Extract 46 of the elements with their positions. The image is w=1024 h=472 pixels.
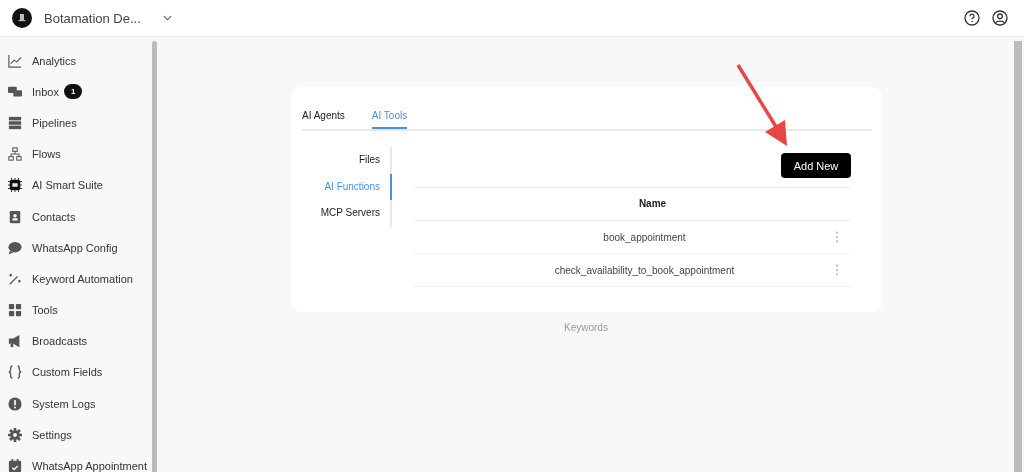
braces-icon: [8, 365, 22, 380]
workspace-name[interactable]: Botamation De...: [44, 10, 141, 26]
sidebar-item[interactable]: Contacts: [0, 200, 152, 233]
sidebar-item[interactable]: Inbox 1: [0, 76, 152, 108]
side-tab[interactable]: AI Functions: [302, 173, 392, 200]
add-new-button[interactable]: Add New: [781, 153, 851, 178]
sitemap-icon: [8, 147, 22, 162]
sidebar-item[interactable]: Analytics: [0, 45, 152, 77]
gear-icon: [8, 427, 22, 442]
unread-count: 1: [63, 84, 83, 100]
scrollbar-thumb[interactable]: [152, 41, 157, 472]
server-icon: [8, 115, 22, 130]
sidebar-item[interactable]: WhatsApp Appointment: [0, 450, 152, 472]
sidebar-item[interactable]: WhatsApp Config: [0, 232, 152, 264]
contact-card-icon: [8, 209, 22, 224]
help-icon[interactable]: [964, 10, 980, 26]
side-tab[interactable]: Files: [302, 147, 392, 174]
sidebar-item[interactable]: Tools: [0, 294, 152, 326]
tab[interactable]: AI Tools: [371, 107, 408, 129]
side-tab[interactable]: MCP Servers: [302, 200, 392, 227]
alert-icon: [8, 396, 22, 411]
sidebar-item[interactable]: System Logs: [0, 388, 152, 420]
chat-icon: [8, 84, 22, 99]
table-cell-text: check_availability_to_book_appointment: [553, 264, 736, 276]
chip-icon: [8, 178, 22, 193]
table-cell-text: book_appointment: [602, 231, 687, 243]
sidebar-item[interactable]: Keyword Automation: [0, 263, 152, 295]
megaphone-icon: [8, 334, 22, 349]
scrollbar-thumb[interactable]: [1014, 41, 1022, 472]
sidebar-item[interactable]: Pipelines: [0, 107, 152, 139]
magic-wand-icon: [8, 271, 22, 286]
more-options-icon[interactable]: [835, 231, 839, 243]
grid-icon: [8, 303, 22, 318]
sidebar-item[interactable]: Broadcasts: [0, 325, 152, 357]
column-header: Name: [637, 197, 668, 211]
speech-bubble-icon: [8, 240, 22, 255]
more-options-icon[interactable]: [835, 264, 839, 276]
tab[interactable]: AI Agents: [302, 107, 345, 129]
chart-icon: [8, 53, 22, 68]
sidebar-item[interactable]: Custom Fields: [0, 356, 152, 389]
logo-icon: [12, 8, 32, 28]
chevron-down-icon[interactable]: [162, 15, 172, 21]
sidebar-item[interactable]: AI Smart Suite: [0, 169, 152, 201]
sidebar-item[interactable]: Flows: [0, 138, 152, 170]
user-icon[interactable]: [992, 10, 1008, 26]
sidebar-item[interactable]: Settings: [0, 419, 152, 451]
